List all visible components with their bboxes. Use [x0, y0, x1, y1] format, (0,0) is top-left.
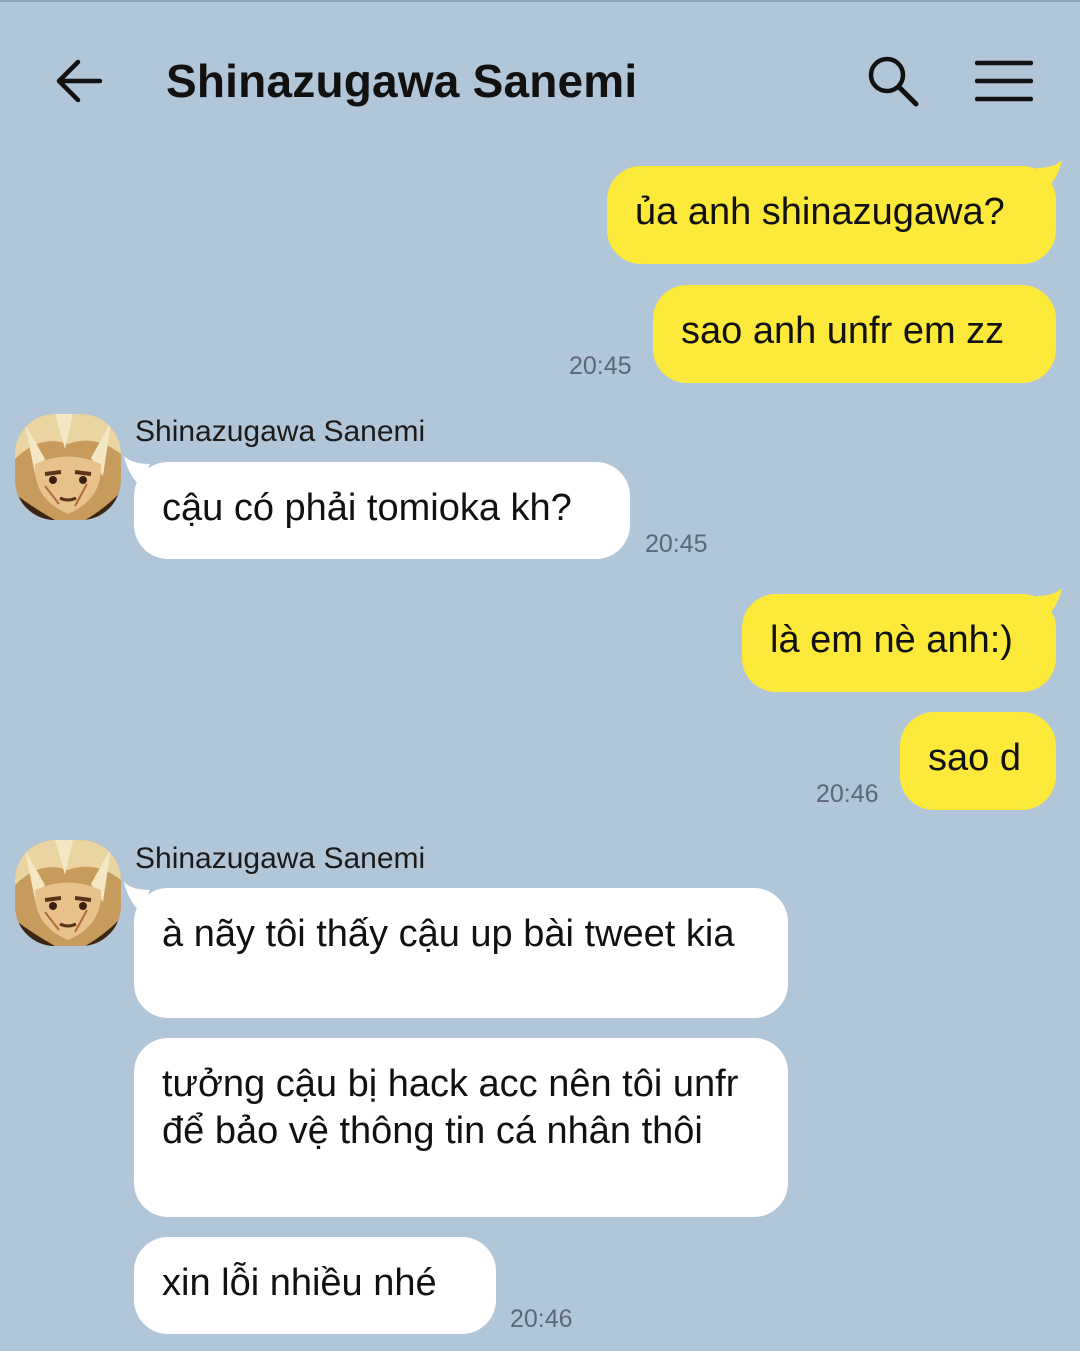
message-text: ủa anh shinazugawa? — [635, 191, 1005, 233]
sender-name: Shinazugawa Sanemi — [135, 842, 426, 875]
outgoing-message[interactable]: ủa anh shinazugawa? — [607, 166, 1056, 264]
incoming-message[interactable]: cậu có phải tomioka kh? — [134, 462, 630, 559]
search-icon — [868, 56, 919, 107]
chat-title: Shinazugawa Sanemi — [166, 55, 638, 107]
message-text: sao d — [928, 737, 1021, 779]
chat-header: Shinazugawa Sanemi — [0, 0, 1080, 160]
outgoing-message[interactable]: sao d — [900, 712, 1056, 810]
timestamp: 20:45 — [569, 352, 632, 380]
bubble-tail — [124, 882, 150, 912]
sender-name: Shinazugawa Sanemi — [135, 415, 426, 448]
avatar-image — [15, 840, 121, 946]
message-text: tưởng cậu bị hack acc nên tôi unfr để bả… — [162, 1063, 739, 1152]
bubble-tail — [1036, 588, 1062, 618]
message-text: à nãy tôi thấy cậu up bài tweet kia — [162, 913, 735, 955]
back-button[interactable] — [50, 52, 108, 110]
timestamp: 20:45 — [645, 530, 708, 558]
avatar[interactable] — [15, 414, 121, 520]
avatar-image — [15, 414, 121, 520]
message-text: cậu có phải tomioka kh? — [162, 487, 572, 529]
arrow-left-icon — [56, 59, 103, 103]
incoming-message[interactable]: xin lỗi nhiều nhé — [134, 1237, 496, 1334]
incoming-message[interactable]: à nãy tôi thấy cậu up bài tweet kia — [134, 888, 788, 1018]
avatar[interactable] — [15, 840, 121, 946]
outgoing-message[interactable]: là em nè anh:) — [742, 594, 1056, 692]
message-text: sao anh unfr em zz — [681, 310, 1005, 352]
incoming-message[interactable]: tưởng cậu bị hack acc nên tôi unfr để bả… — [134, 1038, 788, 1217]
search-button[interactable] — [862, 50, 924, 112]
timestamp: 20:46 — [816, 780, 879, 808]
message-text: là em nè anh:) — [770, 619, 1013, 661]
timestamp: 20:46 — [510, 1305, 573, 1333]
hamburger-menu-icon — [975, 60, 1033, 102]
menu-button[interactable] — [970, 52, 1038, 110]
bubble-tail — [1036, 160, 1062, 190]
bubble-tail — [124, 456, 150, 486]
message-text: xin lỗi nhiều nhé — [162, 1262, 437, 1304]
outgoing-message[interactable]: sao anh unfr em zz — [653, 285, 1056, 383]
